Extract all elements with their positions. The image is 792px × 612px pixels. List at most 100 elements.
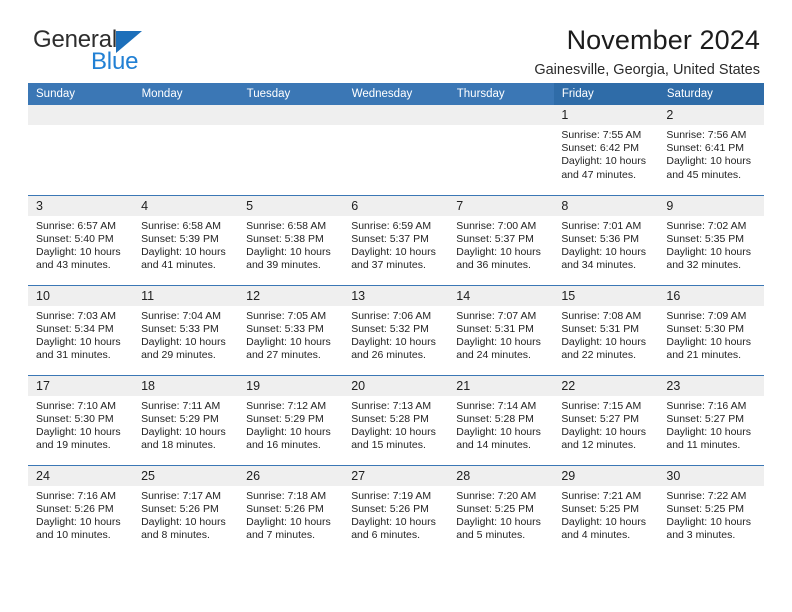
calendar-day-cell[interactable]: 5 Sunrise: 6:58 AM Sunset: 5:38 PM Daylight…: [238, 194, 344, 285]
daylight-duration: Daylight: 10 hours and 6 minutes.: [351, 515, 436, 542]
sunset-time: Sunset: 6:42 PM: [561, 142, 639, 155]
day-number: 2: [658, 105, 764, 125]
daylight-duration: Daylight: 10 hours and 15 minutes.: [351, 425, 436, 452]
sunrise-time: Sunrise: 7:16 AM: [666, 399, 747, 412]
general-blue-logo[interactable]: General Blue: [28, 26, 178, 78]
calendar-day-cell[interactable]: 29 Sunrise: 7:21 AM Sunset: 5:25 PM Dayligh…: [553, 464, 659, 555]
sunrise-time: Sunrise: 7:20 AM: [456, 489, 537, 502]
calendar-day-cell[interactable]: 1 Sunrise: 7:55 AM Sunset: 6:42 PM Daylight…: [553, 105, 659, 195]
daylight-duration: Daylight: 10 hours and 22 minutes.: [561, 335, 646, 362]
daylight-duration: Daylight: 10 hours and 3 minutes.: [666, 515, 752, 542]
day-details: Sunrise: 7:18 AM Sunset: 5:26 PM Daylight:…: [238, 486, 343, 543]
day-details: Sunrise: 7:20 AM Sunset: 5:25 PM Daylight:…: [448, 486, 553, 543]
calendar-day-cell[interactable]: 8 Sunrise: 7:01 AM Sunset: 5:36 PM Daylight…: [553, 194, 659, 285]
calendar-day-cell[interactable]: 30 Sunrise: 7:22 AM Sunset: 5:25 PM Dayligh…: [658, 464, 764, 555]
sunrise-time: Sunrise: 7:06 AM: [351, 309, 432, 322]
day-number: 18: [133, 375, 239, 396]
day-details: Sunrise: 7:17 AM Sunset: 5:26 PM Daylight:…: [133, 486, 238, 543]
calendar-day-cell[interactable]: 15 Sunrise: 7:08 AM Sunset: 5:31 PM Dayligh…: [553, 284, 659, 375]
calendar-day-cell[interactable]: 17 Sunrise: 7:10 AM Sunset: 5:30 PM Dayligh…: [28, 374, 134, 465]
day-number: 26: [238, 465, 344, 486]
day-details: Sunrise: 6:58 AM Sunset: 5:38 PM Daylight:…: [238, 216, 343, 273]
calendar-day-cell[interactable]: 7 Sunrise: 7:00 AM Sunset: 5:37 PM Daylight…: [448, 194, 554, 285]
calendar-day-cell[interactable]: 11 Sunrise: 7:04 AM Sunset: 5:33 PM Dayligh…: [133, 284, 239, 375]
calendar-day-cell[interactable]: 2 Sunrise: 7:56 AM Sunset: 6:41 PM Daylight…: [658, 105, 764, 195]
sunrise-time: Sunrise: 7:08 AM: [561, 309, 642, 322]
daylight-duration: Daylight: 10 hours and 41 minutes.: [141, 245, 226, 272]
day-number: 11: [133, 285, 239, 306]
calendar-day-cell[interactable]: 25 Sunrise: 7:17 AM Sunset: 5:26 PM Dayligh…: [133, 464, 239, 555]
day-details: Sunrise: 7:12 AM Sunset: 5:29 PM Daylight:…: [238, 396, 343, 453]
day-number: [28, 105, 134, 125]
sunrise-time: Sunrise: 7:18 AM: [246, 489, 327, 502]
calendar-empty-cell: [238, 105, 344, 195]
sunrise-time: Sunrise: 7:22 AM: [666, 489, 747, 502]
calendar-empty-cell: [343, 105, 449, 195]
calendar-day-cell[interactable]: 20 Sunrise: 7:13 AM Sunset: 5:28 PM Dayligh…: [343, 374, 449, 465]
sunrise-time: Sunrise: 6:58 AM: [246, 219, 327, 232]
day-details: Sunrise: 7:15 AM Sunset: 5:27 PM Daylight:…: [553, 396, 658, 453]
calendar-week-row: 1 Sunrise: 7:55 AM Sunset: 6:42 PM Daylight…: [28, 105, 764, 195]
calendar-day-cell[interactable]: 13 Sunrise: 7:06 AM Sunset: 5:32 PM Dayligh…: [343, 284, 449, 375]
day-number: 14: [448, 285, 554, 306]
sunrise-time: Sunrise: 7:17 AM: [141, 489, 222, 502]
day-number: [133, 105, 239, 125]
calendar-day-cell[interactable]: 23 Sunrise: 7:16 AM Sunset: 5:27 PM Dayligh…: [658, 374, 764, 465]
calendar-day-cell[interactable]: 12 Sunrise: 7:05 AM Sunset: 5:33 PM Dayligh…: [238, 284, 344, 375]
day-number: [238, 105, 344, 125]
calendar-day-cell[interactable]: 4 Sunrise: 6:58 AM Sunset: 5:39 PM Daylight…: [133, 194, 239, 285]
calendar-day-cell[interactable]: 21 Sunrise: 7:14 AM Sunset: 5:28 PM Dayligh…: [448, 374, 554, 465]
sunrise-time: Sunrise: 7:13 AM: [351, 399, 432, 412]
sunset-time: Sunset: 5:28 PM: [456, 412, 534, 425]
sunset-time: Sunset: 5:27 PM: [666, 412, 745, 425]
calendar-day-cell[interactable]: 16 Sunrise: 7:09 AM Sunset: 5:30 PM Dayligh…: [658, 284, 764, 375]
daylight-duration: Daylight: 10 hours and 12 minutes.: [561, 425, 646, 452]
calendar-day-cell[interactable]: 14 Sunrise: 7:07 AM Sunset: 5:31 PM Dayligh…: [448, 284, 554, 375]
day-number: 12: [238, 285, 344, 306]
sunset-time: Sunset: 5:37 PM: [456, 232, 534, 245]
day-number: 17: [28, 375, 134, 396]
sunrise-time: Sunrise: 7:07 AM: [456, 309, 537, 322]
sunrise-time: Sunrise: 7:10 AM: [36, 399, 116, 412]
calendar-day-cell[interactable]: 22 Sunrise: 7:15 AM Sunset: 5:27 PM Dayligh…: [553, 374, 659, 465]
sunset-time: Sunset: 5:25 PM: [456, 502, 534, 515]
daylight-duration: Daylight: 10 hours and 8 minutes.: [141, 515, 226, 542]
weekday-header-thursday: Thursday: [448, 83, 554, 105]
sunset-time: Sunset: 5:25 PM: [561, 502, 639, 515]
page-header: General Blue November 2024 Gainesville, …: [28, 0, 764, 79]
calendar-header-row-group: Sunday Monday Tuesday Wednesday Thursday Frid…: [28, 83, 765, 105]
sunrise-time: Sunrise: 7:19 AM: [351, 489, 432, 502]
sunrise-time: Sunrise: 7:11 AM: [141, 399, 221, 412]
calendar-day-cell[interactable]: 3 Sunrise: 6:57 AM Sunset: 5:40 PM Daylight…: [28, 194, 134, 285]
daylight-duration: Daylight: 10 hours and 27 minutes.: [246, 335, 331, 362]
day-number: 25: [133, 465, 239, 486]
day-details: Sunrise: 7:09 AM Sunset: 5:30 PM Daylight:…: [658, 306, 763, 363]
calendar-week-row: 10 Sunrise: 7:03 AM Sunset: 5:34 PM Dayligh…: [28, 284, 764, 375]
sunrise-time: Sunrise: 7:14 AM: [456, 399, 537, 412]
daylight-duration: Daylight: 10 hours and 47 minutes.: [561, 155, 646, 181]
daylight-duration: Daylight: 10 hours and 18 minutes.: [141, 425, 226, 452]
daylight-duration: Daylight: 10 hours and 29 minutes.: [141, 335, 226, 362]
calendar-day-cell[interactable]: 18 Sunrise: 7:11 AM Sunset: 5:29 PM Dayligh…: [133, 374, 239, 465]
day-details: Sunrise: 7:00 AM Sunset: 5:37 PM Daylight:…: [448, 216, 553, 273]
sunrise-time: Sunrise: 7:09 AM: [666, 309, 747, 322]
day-details: Sunrise: 7:10 AM Sunset: 5:30 PM Daylight:…: [28, 396, 133, 453]
daylight-duration: Daylight: 10 hours and 34 minutes.: [561, 245, 646, 272]
sunset-time: Sunset: 5:26 PM: [36, 502, 114, 515]
calendar-day-cell[interactable]: 26 Sunrise: 7:18 AM Sunset: 5:26 PM Dayligh…: [238, 464, 344, 555]
title-block: November 2024 Gainesville, Georgia, Unit…: [534, 26, 764, 79]
daylight-duration: Daylight: 10 hours and 45 minutes.: [666, 155, 752, 181]
calendar-day-cell[interactable]: 27 Sunrise: 7:19 AM Sunset: 5:26 PM Dayligh…: [343, 464, 449, 555]
day-number: 6: [343, 195, 449, 216]
calendar-day-cell[interactable]: 24 Sunrise: 7:16 AM Sunset: 5:26 PM Dayligh…: [28, 464, 134, 555]
sunset-time: Sunset: 5:26 PM: [246, 502, 324, 515]
sunrise-time: Sunrise: 7:02 AM: [666, 219, 747, 232]
calendar-day-cell[interactable]: 6 Sunrise: 6:59 AM Sunset: 5:37 PM Daylight…: [343, 194, 449, 285]
daylight-duration: Daylight: 10 hours and 36 minutes.: [456, 245, 541, 272]
day-number: [448, 105, 554, 125]
calendar-day-cell[interactable]: 9 Sunrise: 7:02 AM Sunset: 5:35 PM Daylight…: [658, 194, 764, 285]
calendar-day-cell[interactable]: 28 Sunrise: 7:20 AM Sunset: 5:25 PM Dayligh…: [448, 464, 554, 555]
calendar-day-cell[interactable]: 19 Sunrise: 7:12 AM Sunset: 5:29 PM Dayligh…: [238, 374, 344, 465]
calendar-day-cell[interactable]: 10 Sunrise: 7:03 AM Sunset: 5:34 PM Dayligh…: [28, 284, 134, 375]
day-number: 1: [553, 105, 659, 125]
